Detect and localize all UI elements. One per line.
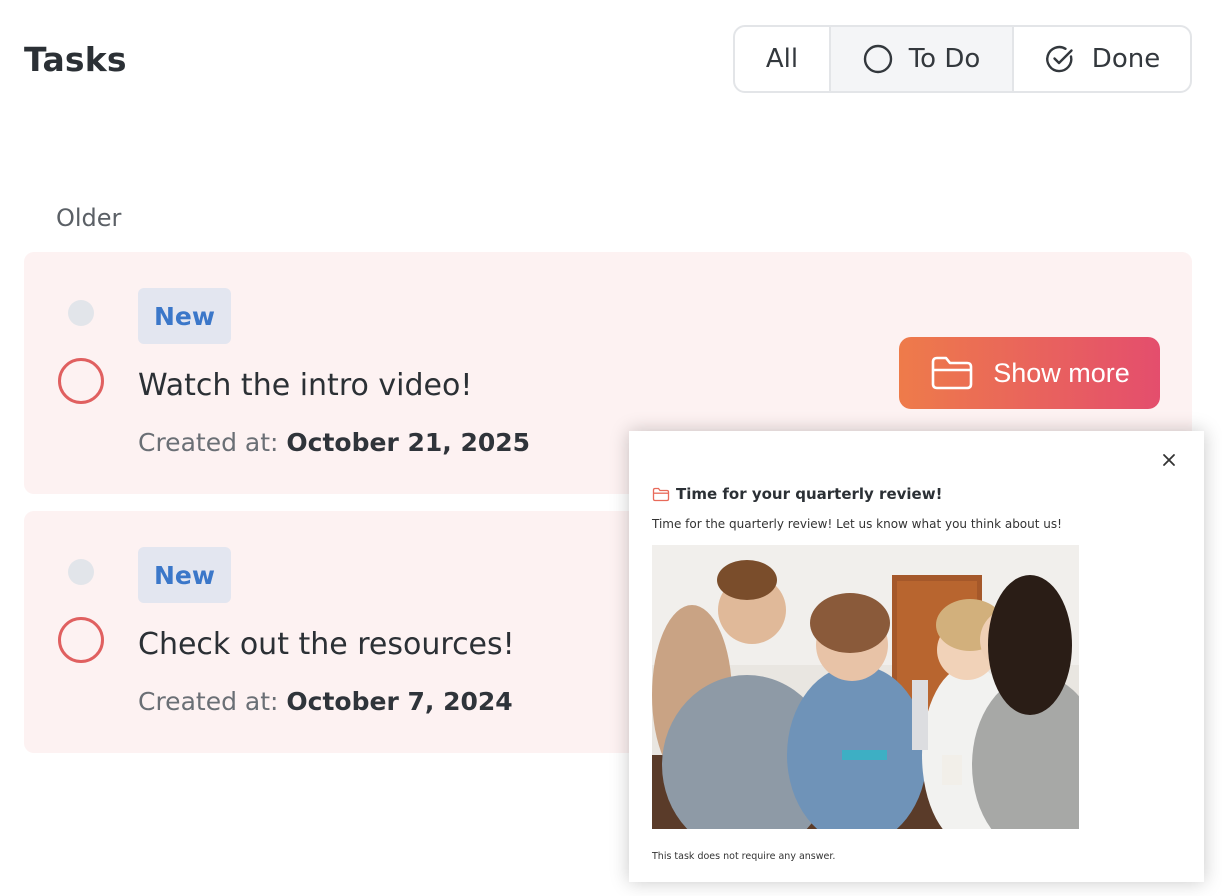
popup-title: Time for your quarterly review!: [652, 485, 942, 503]
task-created-at: Created at: October 7, 2024: [138, 687, 513, 716]
filter-todo-button[interactable]: To Do: [831, 27, 1014, 91]
task-filter: All To Do Done: [733, 25, 1192, 93]
created-prefix: Created at:: [138, 428, 279, 457]
folder-icon: [931, 356, 973, 390]
created-prefix: Created at:: [138, 687, 279, 716]
task-title: Watch the intro video!: [138, 368, 473, 403]
popup-footer: This task does not require any answer.: [652, 851, 836, 862]
task-title: Check out the resources!: [138, 627, 515, 662]
filter-todo-label: To Do: [908, 44, 981, 74]
status-badge: New: [138, 547, 231, 603]
filter-all-button[interactable]: All: [735, 27, 831, 91]
close-icon[interactable]: [1160, 451, 1178, 469]
show-more-label: Show more: [993, 357, 1130, 388]
unread-dot: [68, 300, 94, 326]
task-created-at: Created at: October 21, 2025: [138, 428, 530, 457]
show-more-button[interactable]: Show more: [899, 337, 1160, 409]
popup-description: Time for the quarterly review! Let us kn…: [652, 517, 1062, 531]
status-badge: New: [138, 288, 231, 344]
check-circle-icon: [1045, 45, 1073, 73]
complete-task-checkbox[interactable]: [58, 617, 104, 663]
filter-done-button[interactable]: Done: [1014, 27, 1190, 91]
team-photo: [652, 545, 1079, 829]
created-date: October 7, 2024: [286, 687, 513, 716]
group-label: Older: [56, 204, 122, 232]
created-date: October 21, 2025: [286, 428, 531, 457]
task-popup: Time for your quarterly review! Time for…: [629, 431, 1204, 882]
circle-icon: [863, 44, 892, 74]
folder-icon: [652, 487, 670, 501]
page-title: Tasks: [24, 40, 127, 79]
filter-done-label: Done: [1091, 44, 1161, 74]
filter-all-label: All: [765, 44, 799, 74]
complete-task-checkbox[interactable]: [58, 358, 104, 404]
popup-title-text: Time for your quarterly review!: [676, 485, 943, 503]
unread-dot: [68, 559, 94, 585]
